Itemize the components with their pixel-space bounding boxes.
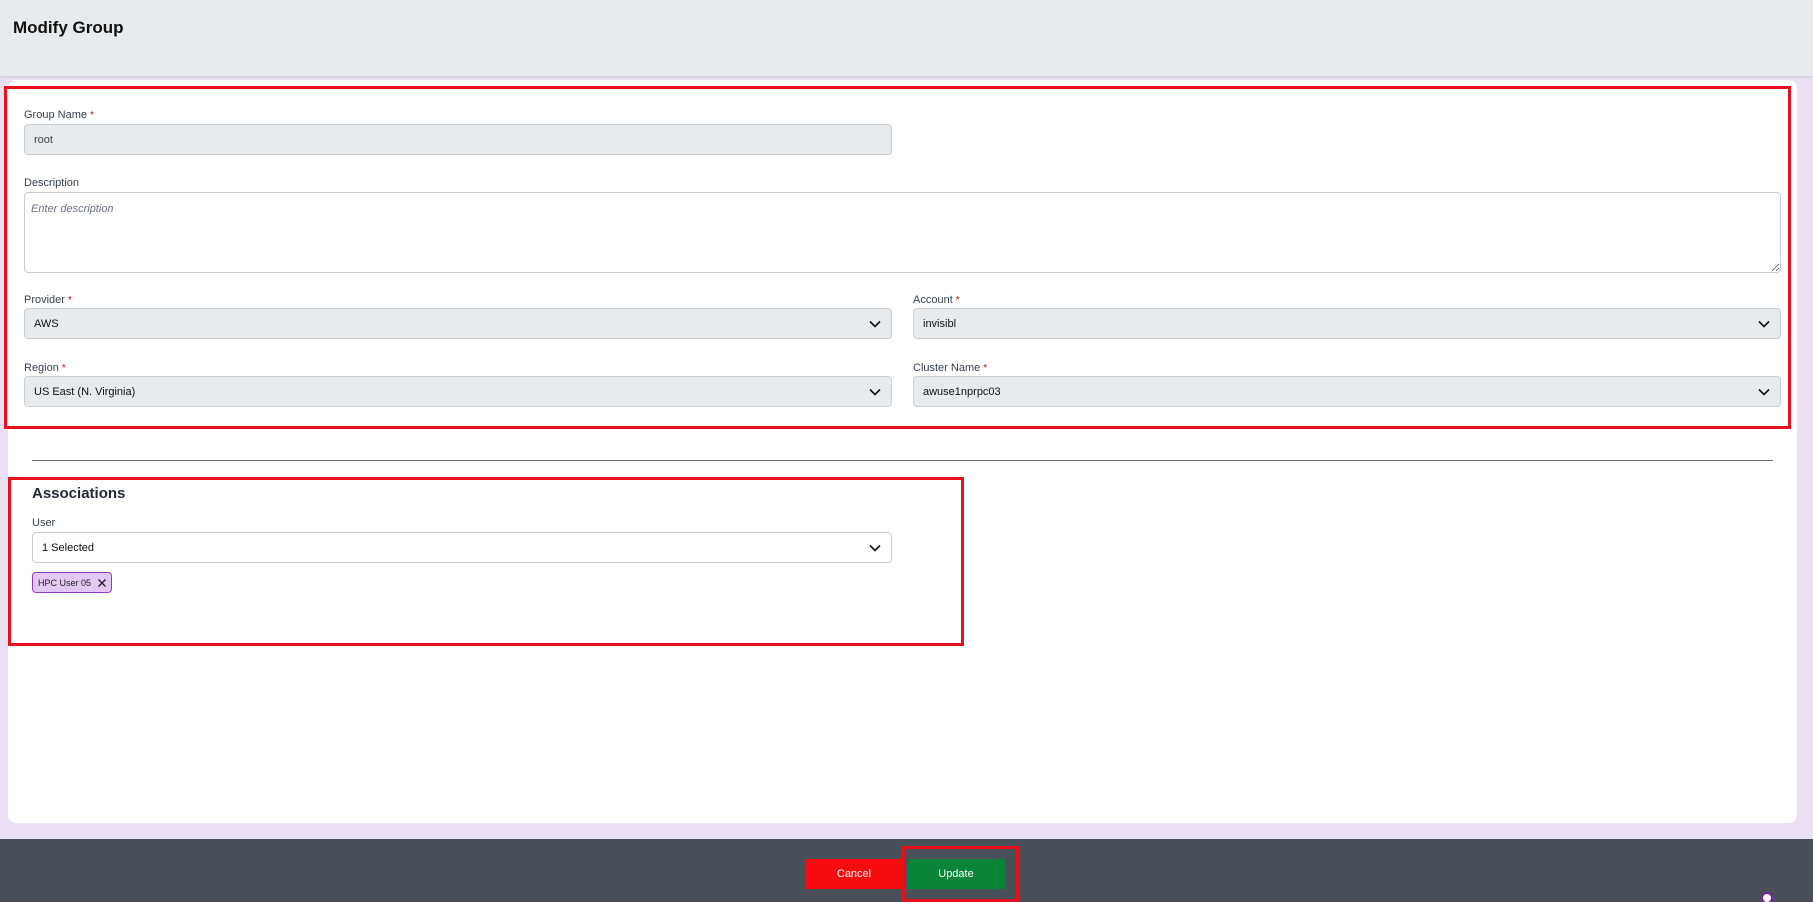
cluster-name-value: awuse1nprpc03: [923, 385, 1001, 398]
cluster-name-select[interactable]: awuse1nprpc03: [913, 376, 1781, 407]
description-label: Description: [24, 177, 79, 189]
page-header: Modify Group: [0, 0, 1813, 76]
description-field[interactable]: [24, 192, 1781, 273]
account-label: Account *: [913, 294, 960, 306]
region-label-text: Region: [24, 362, 59, 374]
required-marker: *: [983, 363, 988, 374]
user-chip-label: HPC User 05: [38, 577, 92, 588]
cluster-name-label: Cluster Name *: [913, 362, 987, 374]
chevron-down-icon: [868, 385, 882, 399]
provider-label: Provider *: [24, 294, 72, 306]
account-value: invisibl: [923, 317, 957, 330]
provider-select[interactable]: AWS: [24, 308, 892, 339]
user-chip: HPC User 05: [32, 572, 113, 593]
close-icon[interactable]: [97, 578, 107, 588]
account-label-text: Account: [913, 294, 953, 306]
user-selected-count: 1 Selected: [42, 541, 94, 554]
user-multiselect[interactable]: 1 Selected: [32, 532, 892, 563]
cluster-name-label-text: Cluster Name: [913, 362, 981, 374]
description-label-text: Description: [24, 177, 80, 189]
account-select[interactable]: invisibl: [913, 308, 1781, 339]
group-name-label-text: Group Name: [24, 109, 87, 121]
provider-label-text: Provider: [24, 294, 65, 306]
provider-value: AWS: [34, 317, 59, 330]
region-select[interactable]: US East (N. Virginia): [24, 376, 892, 407]
user-label: User: [32, 517, 55, 529]
required-marker: *: [955, 295, 960, 306]
chevron-down-icon: [868, 541, 882, 555]
group-name-label: Group Name *: [24, 109, 94, 121]
group-name-field[interactable]: root: [24, 124, 892, 155]
section-divider: [32, 460, 1773, 461]
page-title: Modify Group: [13, 18, 124, 37]
required-marker: *: [67, 295, 72, 306]
chevron-down-icon: [1757, 317, 1771, 331]
region-label: Region *: [24, 362, 66, 374]
mouse-cursor: [1761, 892, 1773, 902]
chevron-down-icon: [1757, 385, 1771, 399]
associations-title: Associations: [32, 485, 126, 502]
chevron-down-icon: [868, 317, 882, 331]
user-label-text: User: [32, 517, 56, 529]
group-name-value: root: [34, 133, 53, 146]
required-marker: *: [61, 363, 66, 374]
region-value: US East (N. Virginia): [34, 385, 136, 398]
update-button[interactable]: Update: [907, 859, 1005, 889]
required-marker: *: [89, 110, 94, 121]
cancel-button[interactable]: Cancel: [806, 859, 902, 889]
